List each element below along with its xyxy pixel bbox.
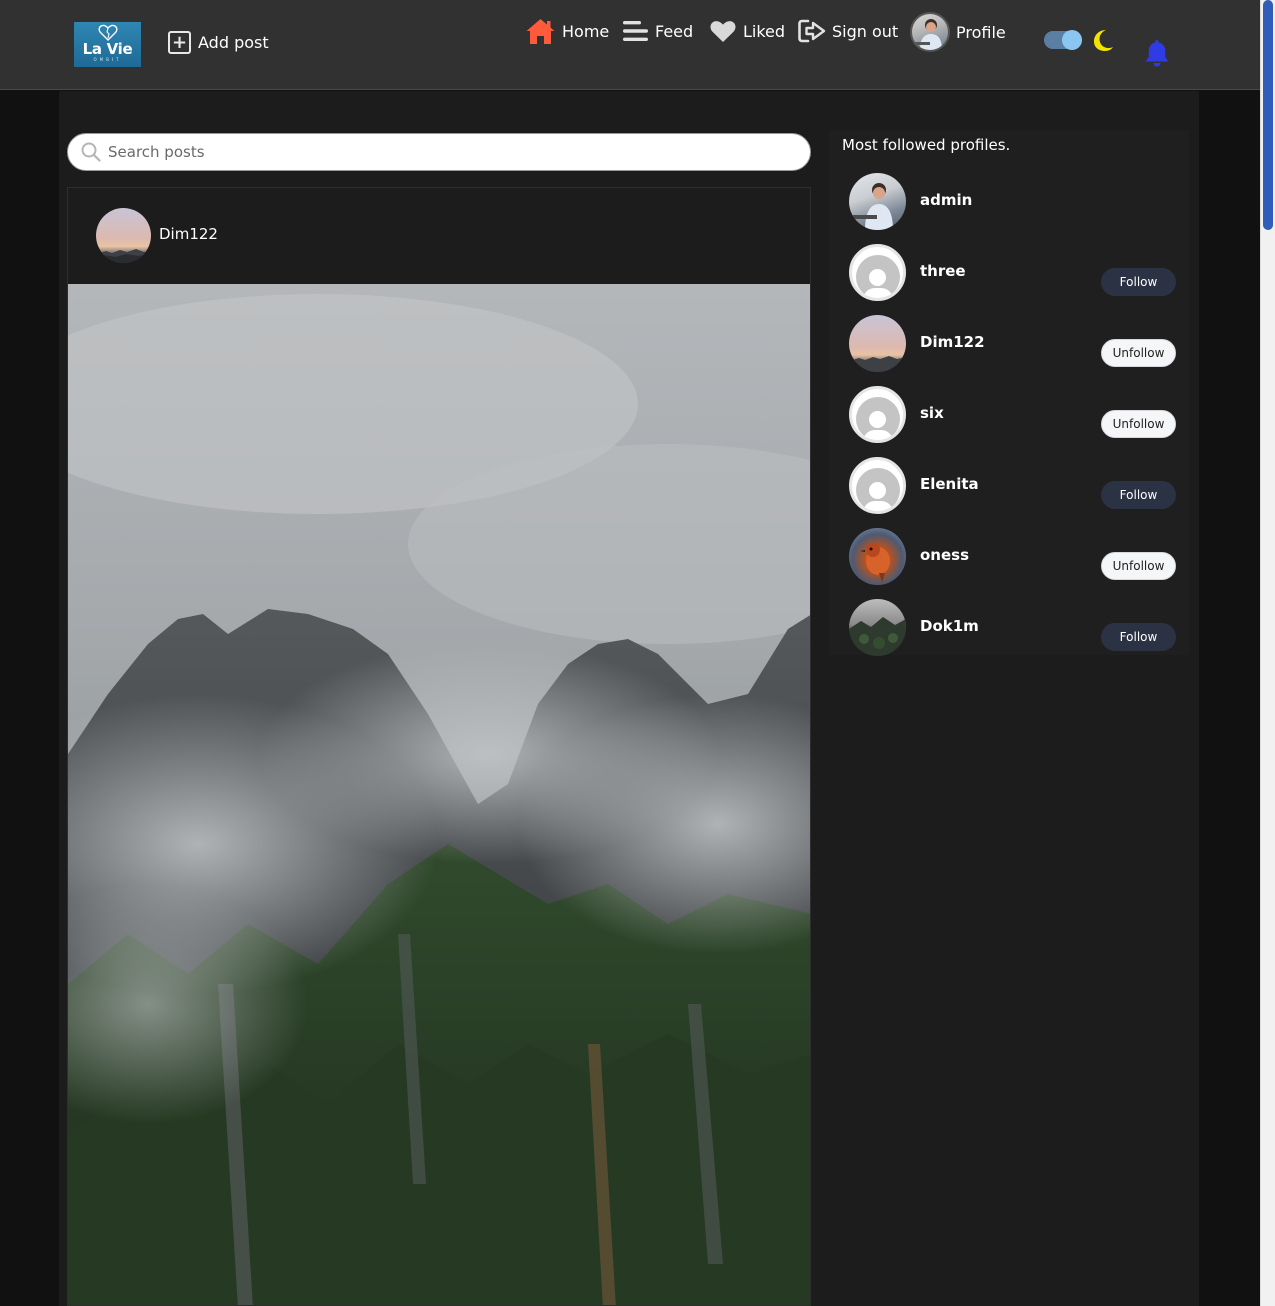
sign-out-icon bbox=[798, 19, 826, 43]
profile-avatar-three[interactable] bbox=[849, 244, 906, 301]
logo-text: La Vie bbox=[82, 40, 133, 58]
profile-item[interactable]: oness Unfollow bbox=[849, 528, 1179, 586]
post-card: Dim122 bbox=[67, 187, 811, 1306]
profile-avatar-oness[interactable] bbox=[849, 528, 906, 585]
profile-name[interactable]: oness bbox=[920, 546, 969, 564]
sunset-photo-icon bbox=[96, 249, 151, 263]
user-photo-icon bbox=[853, 183, 893, 230]
heart-icon bbox=[710, 21, 736, 42]
nav-feed[interactable]: Feed bbox=[622, 17, 693, 45]
profile-avatar bbox=[910, 12, 950, 52]
profile-name[interactable]: six bbox=[920, 404, 944, 422]
nav-sign-out[interactable]: Sign out bbox=[798, 17, 898, 45]
profile-avatar-six[interactable] bbox=[849, 386, 906, 443]
profile-name[interactable]: Dim122 bbox=[920, 333, 985, 351]
top-navbar: La Vie OMBIT + Add post Home Feed Liked … bbox=[0, 0, 1260, 90]
profile-avatar-dok1m[interactable] bbox=[849, 599, 906, 656]
nav-profile[interactable]: Profile bbox=[910, 11, 1006, 53]
default-user-icon bbox=[855, 397, 900, 440]
default-user-icon bbox=[855, 255, 900, 298]
search-icon bbox=[81, 142, 101, 162]
unfollow-button[interactable]: Unfollow bbox=[1101, 339, 1176, 367]
plus-square-icon: + bbox=[168, 31, 191, 54]
sunset-photo-icon bbox=[849, 356, 906, 372]
profile-item[interactable]: Dok1m Follow bbox=[849, 599, 1179, 657]
nav-liked[interactable]: Liked bbox=[709, 17, 785, 45]
add-post-label: Add post bbox=[198, 33, 269, 52]
post-author-name[interactable]: Dim122 bbox=[159, 225, 218, 243]
scrollbar-thumb[interactable] bbox=[1263, 0, 1273, 230]
nav-sign-out-label: Sign out bbox=[832, 21, 899, 41]
profile-item[interactable]: Dim122 Unfollow bbox=[849, 315, 1179, 373]
profile-name[interactable]: three bbox=[920, 262, 966, 280]
profile-name[interactable]: Elenita bbox=[920, 475, 979, 493]
profile-name[interactable]: admin bbox=[920, 191, 972, 209]
user-photo-icon bbox=[914, 19, 942, 50]
nav-feed-label: Feed bbox=[655, 21, 694, 41]
default-user-icon bbox=[855, 468, 900, 511]
profile-item[interactable]: admin bbox=[849, 173, 1179, 231]
profile-item[interactable]: Elenita Follow bbox=[849, 457, 1179, 515]
unfollow-button[interactable]: Unfollow bbox=[1101, 552, 1176, 580]
toggle-knob bbox=[1062, 30, 1082, 50]
profile-name[interactable]: Dok1m bbox=[920, 617, 979, 635]
bell-icon[interactable] bbox=[1143, 38, 1171, 68]
search-bar[interactable] bbox=[67, 133, 811, 171]
profile-item[interactable]: six Unfollow bbox=[849, 386, 1179, 444]
logo-subtext: OMBIT bbox=[93, 57, 122, 62]
app-logo[interactable]: La Vie OMBIT bbox=[74, 22, 141, 67]
follow-button[interactable]: Follow bbox=[1101, 268, 1176, 296]
moon-icon bbox=[1094, 30, 1113, 51]
profile-avatar-elenita[interactable] bbox=[849, 457, 906, 514]
forest-photo-icon bbox=[849, 617, 906, 656]
menu-lines-icon bbox=[623, 21, 648, 41]
sidebar-title: Most followed profiles. bbox=[842, 136, 1011, 154]
nav-home[interactable]: Home bbox=[525, 17, 609, 45]
profile-item[interactable]: three Follow bbox=[849, 244, 1179, 302]
profile-avatar-dim122[interactable] bbox=[849, 315, 906, 372]
post-header: Dim122 bbox=[68, 188, 810, 284]
heart-logo-icon bbox=[98, 24, 117, 41]
unfollow-button[interactable]: Unfollow bbox=[1101, 410, 1176, 438]
profile-avatar-admin[interactable] bbox=[849, 173, 906, 230]
add-post-button[interactable]: + Add post bbox=[168, 31, 269, 54]
dark-mode-toggle[interactable] bbox=[1044, 30, 1082, 50]
follow-button[interactable]: Follow bbox=[1101, 481, 1176, 509]
post-image[interactable] bbox=[68, 284, 811, 1306]
bird-photo-icon bbox=[860, 543, 890, 583]
nav-home-label: Home bbox=[562, 21, 610, 41]
search-input[interactable] bbox=[108, 143, 748, 161]
nav-liked-label: Liked bbox=[743, 21, 786, 41]
page-scrollbar[interactable] bbox=[1260, 0, 1275, 1306]
home-icon bbox=[526, 19, 555, 44]
post-author-avatar[interactable] bbox=[96, 208, 151, 263]
nav-profile-label: Profile bbox=[956, 22, 1006, 42]
follow-button[interactable]: Follow bbox=[1101, 623, 1176, 651]
